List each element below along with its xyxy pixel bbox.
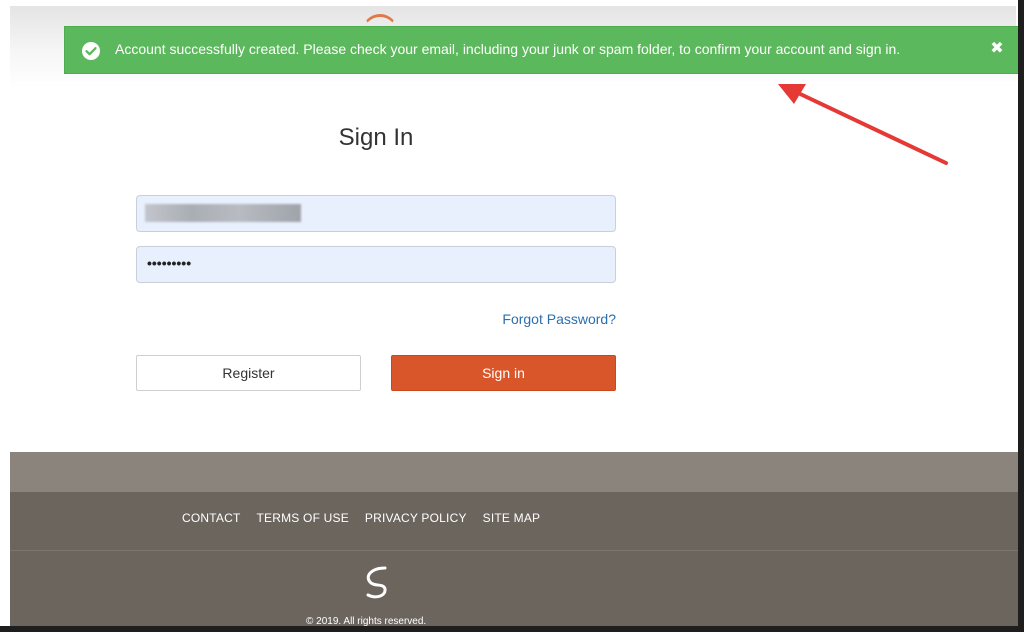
page-title: Sign In (338, 124, 414, 151)
footer-divider (10, 550, 1018, 551)
footer-band (10, 452, 1018, 492)
footer-logo-icon (366, 566, 387, 599)
footer-nav: CONTACT TERMS OF USE PRIVACY POLICY SITE… (182, 511, 540, 525)
footer-link-contact[interactable]: CONTACT (182, 511, 241, 525)
footer-link-terms[interactable]: TERMS OF USE (257, 511, 349, 525)
register-button[interactable]: Register (136, 355, 361, 391)
browser-frame: Account successfully created. Please che… (0, 0, 1024, 632)
signin-button[interactable]: Sign in (391, 355, 616, 391)
forgot-password-link[interactable]: Forgot Password? (136, 311, 616, 327)
copyright-text: © 2019. All rights reserved. (306, 616, 427, 627)
password-value: ••••••••• (147, 255, 192, 271)
footer-link-privacy[interactable]: PRIVACY POLICY (365, 511, 467, 525)
footer: CONTACT TERMS OF USE PRIVACY POLICY SITE… (10, 492, 1018, 627)
footer-link-sitemap[interactable]: SITE MAP (483, 511, 541, 525)
password-field[interactable] (136, 246, 616, 283)
redacted-email (145, 204, 301, 222)
